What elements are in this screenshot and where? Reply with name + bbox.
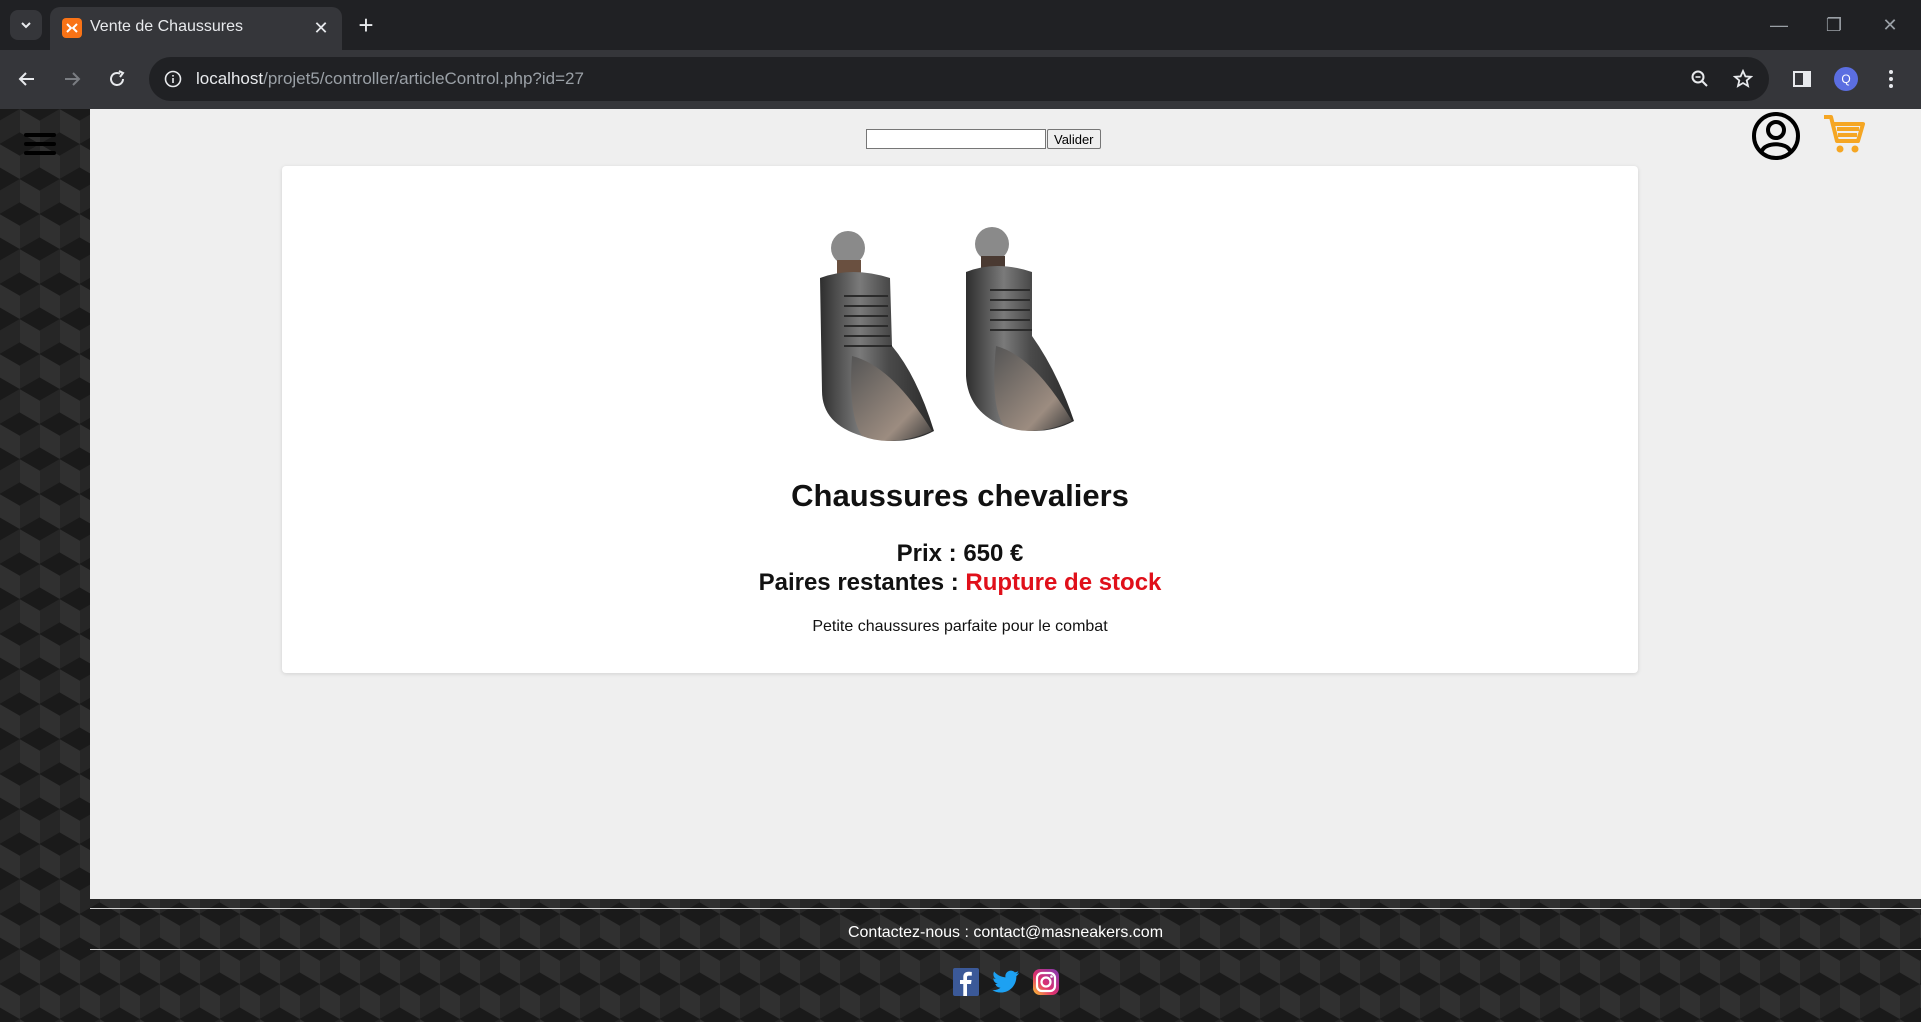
tab-search-button[interactable] (10, 10, 42, 40)
product-description: Petite chaussures parfaite pour le comba… (812, 618, 1108, 635)
product-title: Chaussures chevaliers (791, 478, 1129, 513)
stock-label: Paires restantes : (758, 569, 966, 596)
active-tab[interactable]: Vente de Chaussures ✕ (50, 7, 342, 50)
reload-icon[interactable] (101, 63, 133, 95)
new-tab-button[interactable]: + (352, 10, 380, 40)
back-icon[interactable] (11, 63, 43, 95)
instagram-icon[interactable] (1032, 967, 1060, 997)
user-account-icon[interactable] (1751, 111, 1801, 161)
search-submit-button[interactable]: Valider (1047, 129, 1101, 149)
xampp-favicon-icon (62, 18, 82, 38)
profile-avatar[interactable]: Q (1830, 63, 1862, 95)
facebook-icon[interactable] (952, 967, 980, 997)
product-stock: Paires restantes : Rupture de stock (282, 569, 1638, 597)
tab-title: Vente de Chaussures (90, 18, 243, 35)
zoom-icon[interactable] (1684, 63, 1716, 95)
minimize-icon[interactable]: — (1761, 10, 1797, 40)
browser-toolbar: localhost/projet5/controller/articleCont… (0, 50, 1921, 109)
close-tab-icon[interactable]: ✕ (310, 17, 332, 39)
footer: Contactez-nous : contact@masneakers.com (90, 899, 1921, 1022)
social-links (90, 967, 1921, 997)
search-input[interactable] (866, 129, 1046, 149)
bookmark-star-icon[interactable] (1727, 63, 1759, 95)
contact-text: Contactez-nous : contact@masneakers.com (847, 924, 1164, 941)
twitter-icon[interactable] (991, 967, 1020, 997)
main-content: Valider Chaussures chevaliers Prix: 650… (90, 109, 1921, 899)
browser-tab-bar: Vente de Chaussures ✕ + — ❐ ✕ (0, 0, 1921, 50)
footer-divider-top (90, 908, 1921, 909)
side-panel-icon[interactable] (1786, 63, 1818, 95)
hamburger-menu-icon[interactable] (24, 133, 56, 159)
profile-initial: Q (1834, 67, 1858, 91)
page-viewport: Valider Chaussures chevaliers Prix: 650… (0, 109, 1921, 1022)
close-window-icon[interactable]: ✕ (1872, 10, 1908, 40)
shopping-cart-icon[interactable] (1822, 113, 1866, 155)
forward-icon[interactable] (56, 63, 88, 95)
product-price: Prix : 650 € (896, 540, 1024, 567)
product-card: Chaussures chevaliers Prix : 650 € Paire… (282, 166, 1638, 673)
menu-kebab-icon[interactable] (1875, 63, 1907, 95)
address-bar[interactable]: localhost/projet5/controller/articleCont… (149, 57, 1769, 101)
site-info-icon[interactable] (157, 63, 189, 95)
product-image (820, 227, 1074, 441)
url-host: localhost (196, 69, 264, 88)
url-text: localhost/projet5/controller/articleCont… (196, 69, 584, 89)
footer-divider-bottom (90, 949, 1921, 950)
chevron-down-icon (21, 22, 31, 29)
url-path: /projet5/controller/articleControl.php?i… (263, 69, 584, 88)
restore-icon[interactable]: ❐ (1816, 10, 1852, 40)
stock-status: Rupture de stock (965, 569, 1162, 596)
